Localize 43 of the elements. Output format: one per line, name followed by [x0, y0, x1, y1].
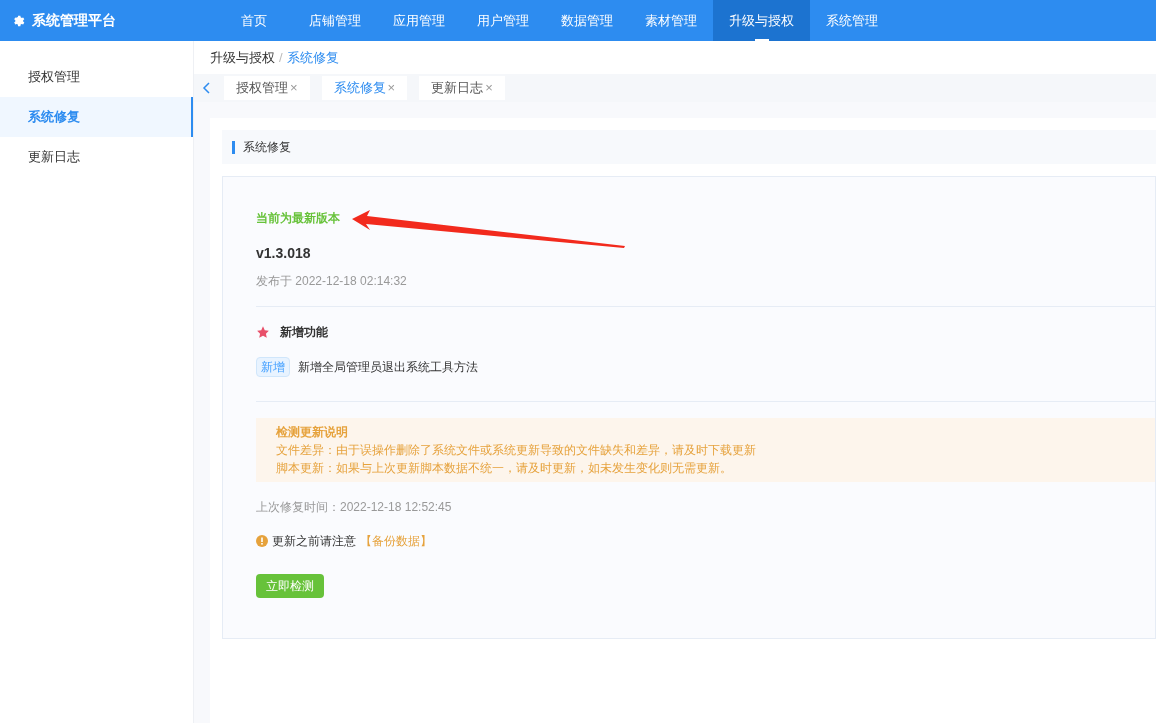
nav-tab[interactable]: 首页 — [215, 0, 293, 41]
warning-icon — [256, 535, 268, 547]
section-title: 系统修复 — [243, 139, 291, 156]
warning-text: 更新之前请注意 — [272, 533, 356, 550]
nav-tab[interactable]: 系统管理 — [810, 0, 894, 41]
accent-bar — [232, 140, 235, 154]
breadcrumb-item: 系统修复 — [286, 48, 339, 67]
features-title: 新增功能 — [280, 324, 328, 341]
notice-text: 文件差异：由于误操作删除了系统文件或系统更新导致的文件缺失和差异，请及时下载更新 — [276, 442, 757, 458]
notice-title: 检测更新说明 — [276, 424, 349, 440]
tab-label: 授权管理 — [236, 79, 288, 98]
breadcrumb-separator: / — [279, 48, 283, 67]
gear-icon — [12, 13, 26, 28]
feature-tag: 新增 — [256, 357, 290, 377]
close-button[interactable]: × — [485, 78, 493, 98]
page-tab[interactable]: 授权管理× — [224, 76, 310, 100]
sidebar-item[interactable]: 系统修复 — [0, 97, 193, 137]
star-icon — [256, 325, 270, 339]
close-button[interactable]: × — [387, 78, 396, 98]
page-tab[interactable]: 系统修复× — [321, 76, 408, 100]
nav-tab[interactable]: 升级与授权 — [713, 0, 810, 41]
check-button[interactable]: 立即检测 — [256, 574, 324, 598]
notice-text: 脚本更新：如果与上次更新脚本数据不统一，请及时更新，如未发生变化则无需更新。 — [276, 460, 733, 476]
last-repair-time: 上次修复时间：2022-12-18 12:52:45 — [256, 499, 453, 516]
page-tab[interactable]: 更新日志× — [419, 76, 505, 100]
tab-label: 系统修复 — [333, 79, 386, 98]
nav-tab[interactable]: 用户管理 — [461, 0, 545, 41]
backup-link[interactable]: 【备份数据】 — [360, 532, 432, 550]
version-text: v1.3.018 — [256, 244, 312, 263]
feature-text: 新增全局管理员退出系统工具方法 — [298, 359, 478, 376]
status-text: 当前为最新版本 — [256, 210, 341, 227]
close-button[interactable]: × — [290, 78, 298, 98]
nav-tab[interactable]: 应用管理 — [377, 0, 461, 41]
publish-date: 发布于 2022-12-18 02:14:32 — [256, 273, 408, 290]
sidebar-item[interactable]: 更新日志 — [0, 137, 193, 177]
app-title: 系统管理平台 — [32, 11, 116, 30]
chevron-left-icon[interactable] — [202, 82, 212, 94]
nav-tab[interactable]: 数据管理 — [545, 0, 629, 41]
sidebar-item[interactable]: 授权管理 — [0, 57, 193, 97]
nav-tab[interactable]: 素材管理 — [629, 0, 713, 41]
tab-label: 更新日志 — [431, 79, 484, 98]
breadcrumb-item[interactable]: 升级与授权 — [210, 47, 275, 68]
nav-tab[interactable]: 店铺管理 — [293, 0, 377, 41]
